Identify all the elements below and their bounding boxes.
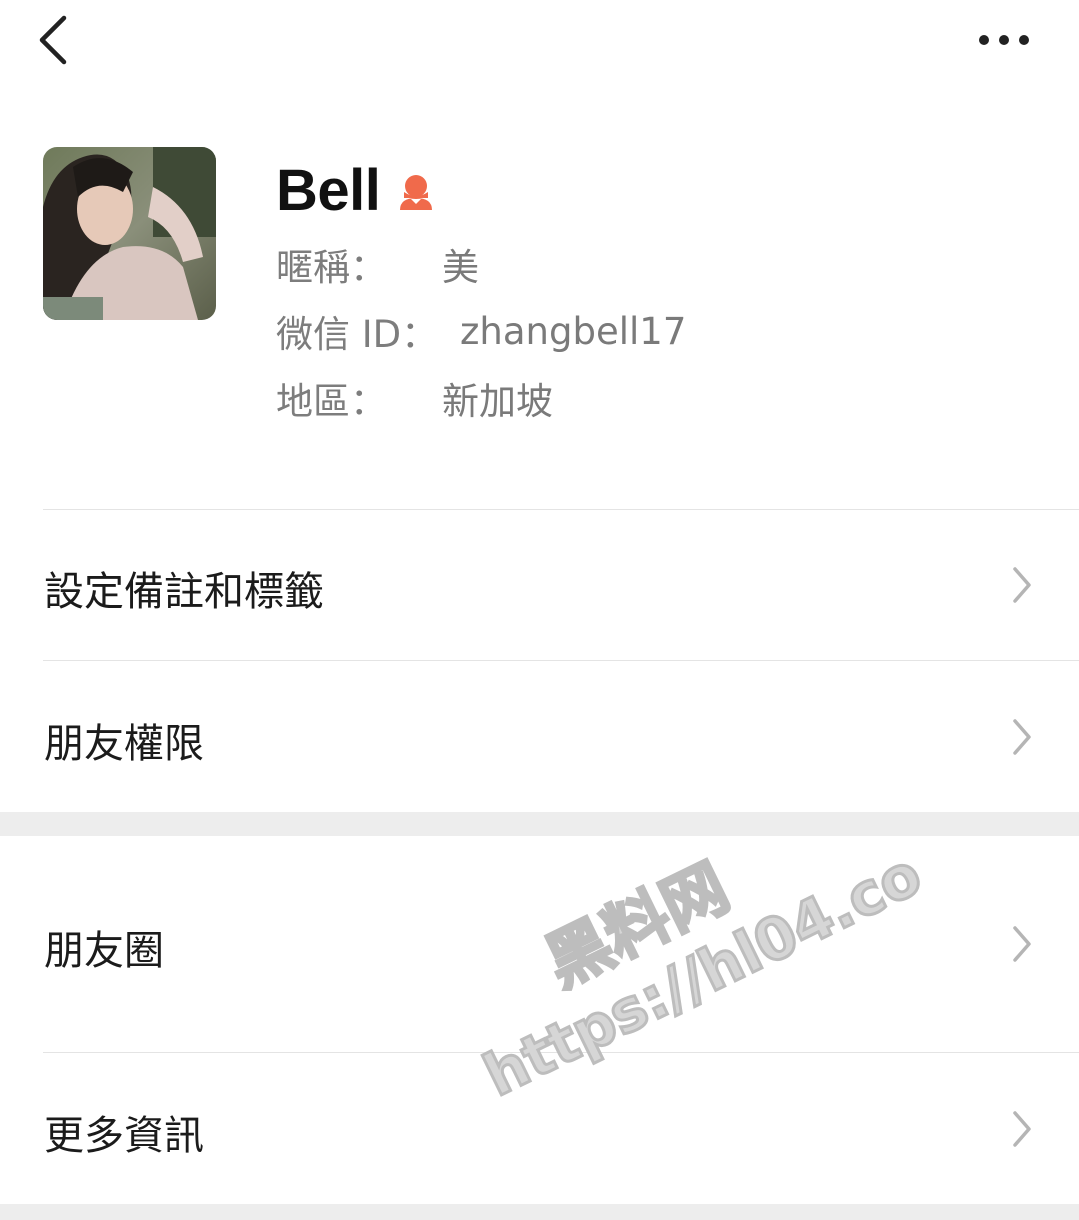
more-options-button[interactable] xyxy=(970,20,1040,60)
moments-item[interactable]: 朋友圈 xyxy=(0,836,1079,1052)
chevron-right-icon xyxy=(1013,926,1031,962)
friend-permissions-item[interactable]: 朋友權限 xyxy=(0,661,1079,812)
female-icon xyxy=(400,175,433,210)
moments-label: 朋友圈 xyxy=(44,928,164,974)
set-remark-and-tags-label: 設定備註和標籤 xyxy=(44,569,324,615)
wechat-id-row: 微信 ID： zhangbell17 xyxy=(276,306,687,357)
wechat-id-label: 微信 ID： xyxy=(276,313,439,356)
chevron-right-icon xyxy=(1013,718,1031,755)
chevron-right-icon xyxy=(1013,1110,1031,1147)
back-button[interactable] xyxy=(30,12,80,68)
region-label: 地區： xyxy=(276,380,387,423)
more-info-item[interactable]: 更多資訊 xyxy=(0,1053,1079,1204)
section-separator xyxy=(0,1204,1079,1220)
nickname-label: 暱稱： xyxy=(276,246,387,289)
chevron-left-icon xyxy=(39,15,67,65)
region-value: 新加坡 xyxy=(442,380,553,423)
profile-header: Bell 暱稱： 美 微信 ID： zhangbell17 地區： 新加坡 xyxy=(0,120,1079,510)
nickname-value: 美 xyxy=(442,246,479,289)
wechat-id-value: zhangbell17 xyxy=(460,309,687,353)
name-row: Bell xyxy=(276,155,438,225)
more-dots-icon xyxy=(979,35,1029,45)
top-bar xyxy=(0,0,1079,90)
section-separator xyxy=(0,812,1079,836)
chevron-right-icon xyxy=(1013,567,1031,603)
nickname-row: 暱稱： 美 xyxy=(276,239,479,289)
friend-permissions-label: 朋友權限 xyxy=(44,720,204,767)
region-row: 地區： 新加坡 xyxy=(276,373,553,423)
more-info-label: 更多資訊 xyxy=(44,1112,204,1159)
profile-name: Bell xyxy=(276,157,381,223)
set-remark-and-tags-item[interactable]: 設定備註和標籤 xyxy=(0,510,1079,660)
avatar[interactable] xyxy=(43,147,216,320)
